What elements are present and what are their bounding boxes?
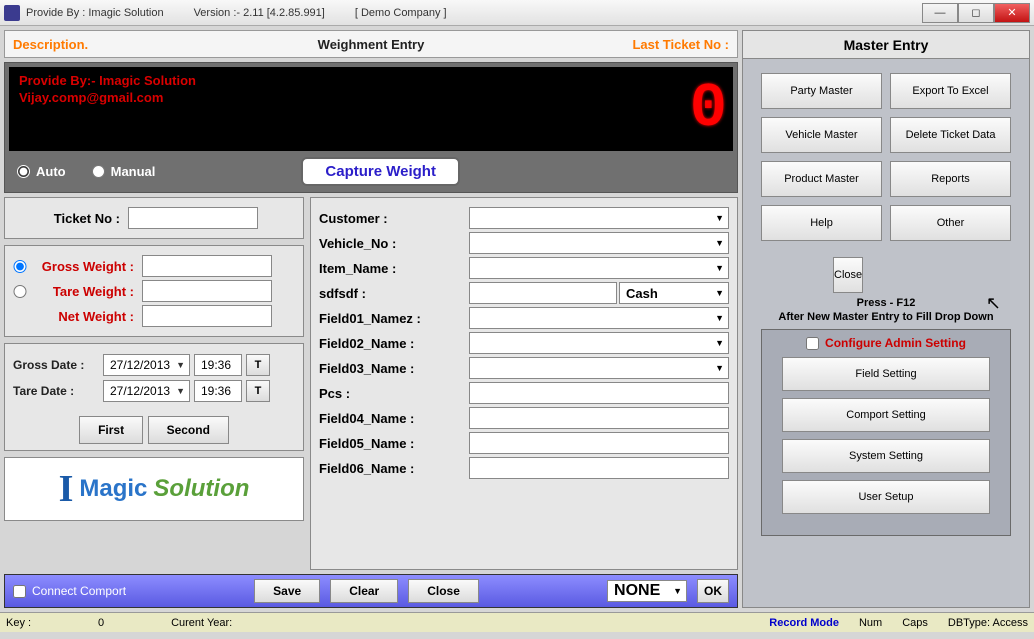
connect-comport-checkbox[interactable]: Connect Comport	[13, 584, 126, 598]
tare-weight-input[interactable]	[142, 280, 272, 302]
close-window-button[interactable]	[994, 3, 1030, 23]
credit-line1: Provide By:- Imagic Solution	[19, 73, 196, 90]
minimize-button[interactable]	[922, 3, 958, 23]
gross-date-picker[interactable]: 27/12/2013▼	[103, 354, 190, 376]
title-provider: Provide By : Imagic Solution	[26, 7, 164, 19]
second-button[interactable]: Second	[148, 416, 229, 444]
configure-admin-checkbox[interactable]	[806, 337, 819, 350]
mode-manual-radio[interactable]: Manual	[92, 164, 156, 179]
status-bar: Key : 0 Curent Year: Record Mode Num Cap…	[0, 612, 1034, 632]
save-button[interactable]: Save	[254, 579, 320, 603]
credit-line2: Vijay.comp@gmail.com	[19, 90, 196, 107]
action-bar: Connect Comport Save Clear Close NONE▼ O…	[4, 574, 738, 608]
system-setting-button[interactable]: System Setting	[782, 439, 990, 473]
capture-weight-button[interactable]: Capture Weight	[301, 157, 460, 186]
tare-weight-radio[interactable]	[13, 285, 27, 298]
first-button[interactable]: First	[79, 416, 143, 444]
title-company: [ Demo Company ]	[355, 7, 447, 19]
field05-input[interactable]	[469, 432, 729, 454]
tare-time-picker[interactable]: 19:36	[194, 380, 242, 402]
app-icon	[4, 5, 20, 21]
ok-button[interactable]: OK	[697, 579, 729, 603]
reports-button[interactable]: Reports	[890, 161, 1011, 197]
page-title: Weighment Entry	[173, 37, 569, 52]
tare-date-label: Tare Date :	[13, 384, 99, 398]
gross-weight-input[interactable]	[142, 255, 272, 277]
gross-date-label: Gross Date :	[13, 358, 99, 372]
logo-panel: I Magic Solution	[4, 457, 304, 521]
gross-t-button[interactable]: T	[246, 354, 270, 376]
field-setting-button[interactable]: Field Setting	[782, 357, 990, 391]
net-weight-input[interactable]	[142, 305, 272, 327]
master-entry-title: Master Entry	[743, 31, 1029, 59]
ticket-no-label: Ticket No :	[13, 211, 128, 226]
vehicle-master-button[interactable]: Vehicle Master	[761, 117, 882, 153]
party-master-button[interactable]: Party Master	[761, 73, 882, 109]
gross-time-picker[interactable]: 19:36	[194, 354, 242, 376]
sdfsdf-input[interactable]	[469, 282, 617, 304]
delete-ticket-button[interactable]: Delete Ticket Data	[890, 117, 1011, 153]
mode-auto-radio[interactable]: Auto	[17, 164, 66, 179]
comport-setting-button[interactable]: Comport Setting	[782, 398, 990, 432]
weight-digit: 0	[690, 73, 723, 145]
maximize-button[interactable]	[958, 3, 994, 23]
pcs-input[interactable]	[469, 382, 729, 404]
field04-input[interactable]	[469, 407, 729, 429]
title-version: Version :- 2.11 [4.2.85.991]	[194, 7, 325, 19]
entry-form-panel: Customer :▼ Vehicle_No :▼ Item_Name :▼ s…	[310, 197, 738, 570]
tare-date-picker[interactable]: 27/12/2013▼	[103, 380, 190, 402]
config-panel: Configure Admin Setting Field Setting Co…	[761, 329, 1011, 536]
description-label: Description.	[13, 37, 173, 52]
field02-combo[interactable]: ▼	[469, 332, 729, 354]
gross-weight-radio[interactable]	[13, 260, 27, 273]
field03-combo[interactable]: ▼	[469, 357, 729, 379]
help-button[interactable]: Help	[761, 205, 882, 241]
tip-line1: Press - F12	[747, 297, 1025, 309]
vehicle-no-combo[interactable]: ▼	[469, 232, 729, 254]
item-name-combo[interactable]: ▼	[469, 257, 729, 279]
close-button[interactable]: Close	[408, 579, 479, 603]
tare-t-button[interactable]: T	[246, 380, 270, 402]
customer-combo[interactable]: ▼	[469, 207, 729, 229]
field06-input[interactable]	[469, 457, 729, 479]
clear-button[interactable]: Clear	[330, 579, 398, 603]
ticket-no-input[interactable]	[128, 207, 258, 229]
export-excel-button[interactable]: Export To Excel	[890, 73, 1011, 109]
product-master-button[interactable]: Product Master	[761, 161, 882, 197]
user-setup-button[interactable]: User Setup	[782, 480, 990, 514]
other-button[interactable]: Other	[890, 205, 1011, 241]
last-ticket-label: Last Ticket No :	[569, 37, 729, 52]
tip-line2: After New Master Entry to Fill Drop Down	[747, 311, 1025, 323]
master-close-button[interactable]: Close	[833, 257, 863, 293]
field01-combo[interactable]: ▼	[469, 307, 729, 329]
weight-display-block: Provide By:- Imagic Solution Vijay.comp@…	[4, 62, 738, 193]
cash-combo[interactable]: Cash▼	[619, 282, 729, 304]
header-strip: Description. Weighment Entry Last Ticket…	[4, 30, 738, 58]
window-titlebar: Provide By : Imagic Solution Version :- …	[0, 0, 1034, 26]
none-combo[interactable]: NONE▼	[607, 580, 687, 602]
